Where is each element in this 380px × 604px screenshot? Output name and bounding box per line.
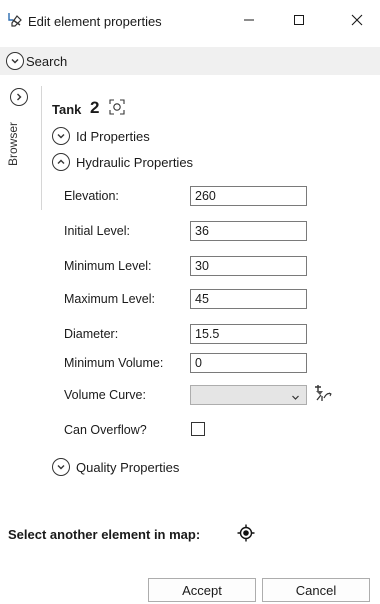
maximum-level-label: Maximum Level:: [64, 292, 155, 306]
element-type-label: Tank: [52, 102, 82, 117]
element-edit-icon: [6, 11, 24, 29]
minimum-level-label: Minimum Level:: [64, 259, 152, 273]
initial-level-label: Initial Level:: [64, 224, 131, 238]
elevation-input[interactable]: [190, 186, 307, 206]
can-overflow-label: Can Overflow?: [64, 423, 147, 437]
maximum-level-input[interactable]: [190, 289, 307, 309]
hydraulic-properties-label: Hydraulic Properties: [76, 154, 194, 170]
accept-button[interactable]: Accept: [148, 578, 256, 602]
zoom-to-element-icon[interactable]: [109, 99, 125, 118]
select-another-label: Select another element in map:: [8, 527, 201, 542]
curve-editor-icon[interactable]: [313, 383, 333, 406]
element-id: 2: [90, 98, 100, 117]
minimize-button[interactable]: [226, 0, 272, 42]
chevron-down-icon: [52, 127, 70, 145]
id-properties-label: Id Properties: [76, 128, 150, 144]
window-title: Edit element properties: [28, 14, 162, 29]
minimum-volume-input[interactable]: [190, 353, 307, 373]
chevron-down-icon: [52, 458, 70, 476]
quality-properties-label: Quality Properties: [76, 459, 180, 475]
elevation-label: Elevation:: [64, 189, 119, 203]
diameter-input[interactable]: [190, 324, 307, 344]
diameter-label: Diameter:: [64, 327, 119, 341]
minimum-level-input[interactable]: [190, 256, 307, 276]
close-button[interactable]: [334, 0, 380, 42]
chevron-down-icon: [291, 391, 300, 405]
volume-curve-select[interactable]: [190, 385, 307, 405]
browser-divider: [41, 86, 42, 210]
initial-level-input[interactable]: [190, 221, 307, 241]
search-expander[interactable]: Search: [0, 47, 380, 75]
quality-properties-expander[interactable]: Quality Properties: [52, 457, 179, 477]
browser-label: Browser: [6, 121, 20, 166]
title-bar: Edit element properties: [0, 0, 380, 42]
hydraulic-properties-expander[interactable]: Hydraulic Properties: [52, 152, 193, 172]
minimum-volume-label: Minimum Volume:: [64, 356, 164, 370]
close-icon: [351, 14, 363, 29]
id-properties-expander[interactable]: Id Properties: [52, 126, 150, 146]
maximize-button[interactable]: [276, 0, 322, 42]
chevron-up-icon: [52, 153, 70, 171]
target-select-icon[interactable]: [237, 524, 255, 545]
search-label: Search: [26, 54, 68, 69]
minimize-icon: [243, 14, 255, 29]
browser-tab[interactable]: Browser: [6, 108, 26, 168]
chevron-down-icon: [6, 52, 24, 70]
cancel-button[interactable]: Cancel: [262, 578, 370, 602]
volume-curve-label: Volume Curve:: [64, 388, 146, 402]
maximize-icon: [293, 14, 305, 29]
chevron-right-icon[interactable]: [10, 88, 28, 106]
can-overflow-checkbox[interactable]: [191, 422, 205, 436]
